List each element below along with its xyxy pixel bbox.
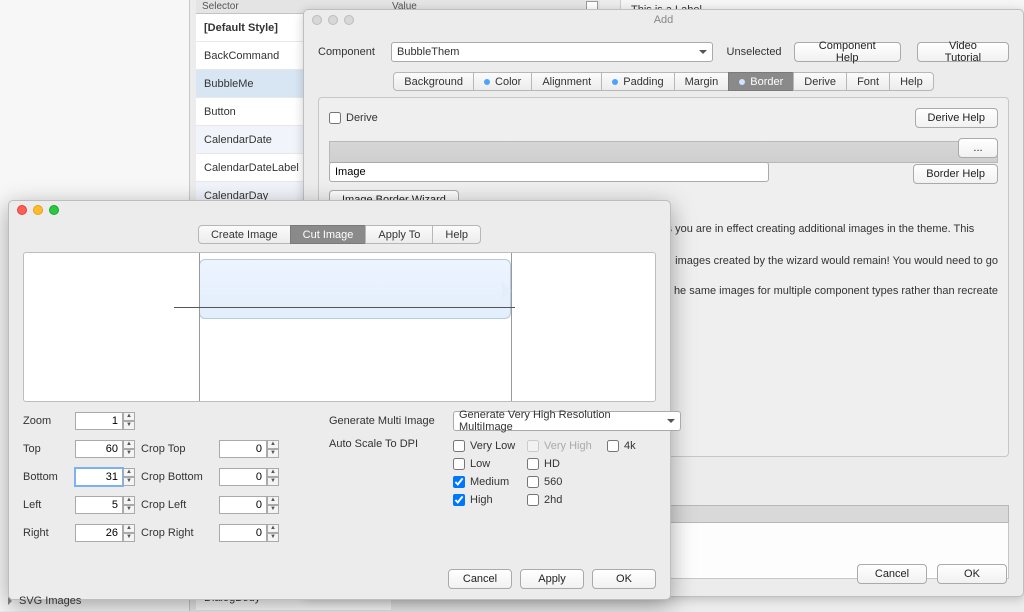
- modified-dot-icon: [612, 79, 618, 85]
- zoom-label: Zoom: [23, 415, 69, 427]
- tab-alignment[interactable]: Alignment: [531, 72, 602, 91]
- cut-apply-button[interactable]: Apply: [520, 569, 584, 589]
- chk-very-low[interactable]: Very Low: [453, 440, 527, 452]
- top-stepper[interactable]: ▲▼: [75, 440, 135, 458]
- crop-right-stepper[interactable]: ▲▼: [219, 524, 279, 542]
- video-tutorial-button[interactable]: Video Tutorial: [917, 42, 1009, 62]
- tab-padding[interactable]: Padding: [601, 72, 674, 91]
- property-tabs: Background Color Alignment Padding Margi…: [318, 72, 1009, 91]
- derive-checkbox[interactable]: Derive: [329, 112, 378, 124]
- tab-color[interactable]: Color: [473, 72, 532, 91]
- tab-border[interactable]: Border: [728, 72, 794, 91]
- chk-2hd[interactable]: 2hd: [527, 494, 607, 506]
- tab-font[interactable]: Font: [846, 72, 890, 91]
- top-label: Top: [23, 443, 69, 455]
- right-stepper[interactable]: ▲▼: [75, 524, 135, 542]
- cut-tabs: Create Image Cut Image Apply To Help: [9, 225, 670, 244]
- theme-ok-button[interactable]: OK: [937, 564, 1007, 584]
- autoscale-label: Auto Scale To DPI: [329, 438, 447, 450]
- left-stepper[interactable]: ▲▼: [75, 496, 135, 514]
- tab-help[interactable]: Help: [432, 225, 481, 244]
- modified-dot-icon: [484, 79, 490, 85]
- chk-hd[interactable]: HD: [527, 458, 607, 470]
- chk-high[interactable]: High: [453, 494, 527, 506]
- minimize-icon[interactable]: [33, 205, 43, 215]
- tab-derive[interactable]: Derive: [793, 72, 847, 91]
- bottom-stepper[interactable]: ▲▼: [75, 468, 135, 486]
- tab-help[interactable]: Help: [889, 72, 934, 91]
- chk-low[interactable]: Low: [453, 458, 527, 470]
- crop-bottom-stepper[interactable]: ▲▼: [219, 468, 279, 486]
- component-select[interactable]: BubbleThem: [391, 42, 713, 62]
- cut-ok-button[interactable]: OK: [592, 569, 656, 589]
- border-help-button[interactable]: Border Help: [913, 164, 998, 184]
- unselected-label[interactable]: Unselected: [727, 46, 782, 58]
- browse-button[interactable]: ...: [958, 138, 998, 158]
- multi-image-controls: Generate Multi Image Generate Very High R…: [329, 410, 681, 544]
- bottom-label: Bottom: [23, 471, 69, 483]
- disclosure-icon: [8, 597, 16, 605]
- cut-cancel-button[interactable]: Cancel: [448, 569, 512, 589]
- right-label: Right: [23, 527, 69, 539]
- tab-apply-to[interactable]: Apply To: [365, 225, 433, 244]
- tab-cut-image[interactable]: Cut Image: [290, 225, 367, 244]
- modified-dot-icon: [739, 79, 745, 85]
- chk-560[interactable]: 560: [527, 476, 607, 488]
- component-help-button[interactable]: Component Help: [794, 42, 901, 62]
- tab-margin[interactable]: Margin: [674, 72, 730, 91]
- crop-bottom-label: Crop Bottom: [141, 471, 213, 483]
- image-preview[interactable]: [23, 252, 656, 402]
- guide-left[interactable]: [199, 253, 200, 401]
- crop-left-label: Crop Left: [141, 499, 213, 511]
- crop-top-stepper[interactable]: ▲▼: [219, 440, 279, 458]
- chk-4k[interactable]: 4k: [607, 440, 667, 452]
- chevron-down-icon[interactable]: ▼: [123, 421, 135, 430]
- dpi-check-grid: Very Low Very High 4k Low HD Medium 560 …: [453, 440, 667, 506]
- crop-left-stepper[interactable]: ▲▼: [219, 496, 279, 514]
- zoom-stepper[interactable]: ▲▼: [75, 412, 135, 430]
- tab-create-image[interactable]: Create Image: [198, 225, 291, 244]
- zoom-icon[interactable]: [49, 205, 59, 215]
- close-icon[interactable]: [17, 205, 27, 215]
- component-label: Component: [318, 46, 385, 58]
- image-path-bar: [329, 141, 998, 163]
- guide-horizontal[interactable]: [174, 307, 515, 308]
- chk-very-high: Very High: [527, 440, 607, 452]
- chevron-up-icon[interactable]: ▲: [123, 412, 135, 421]
- zoom-icon[interactable]: [344, 15, 354, 25]
- svg-images-label[interactable]: SVG Images: [8, 595, 81, 607]
- close-icon[interactable]: [312, 15, 322, 25]
- crop-right-label: Crop Right: [141, 527, 213, 539]
- guide-right[interactable]: [511, 253, 512, 401]
- left-label: Left: [23, 499, 69, 511]
- theme-cancel-button[interactable]: Cancel: [857, 564, 927, 584]
- image-input[interactable]: [329, 162, 769, 182]
- chk-medium[interactable]: Medium: [453, 476, 527, 488]
- tab-background[interactable]: Background: [393, 72, 474, 91]
- window-controls: [312, 15, 354, 25]
- minimize-icon[interactable]: [328, 15, 338, 25]
- theme-title-bar: Add: [304, 10, 1023, 30]
- window-title: Add: [654, 14, 674, 26]
- generate-mode-select[interactable]: Generate Very High Resolution MultiImage: [453, 411, 681, 431]
- generate-label: Generate Multi Image: [329, 415, 447, 427]
- position-controls: Zoom ▲▼ Top ▲▼ Crop Top ▲▼ Bottom ▲▼ Crop Bott…: [23, 410, 279, 544]
- bubble-preview-icon: [199, 259, 511, 319]
- crop-top-label: Crop Top: [141, 443, 213, 455]
- cut-image-window: Create Image Cut Image Apply To Help Zoo…: [8, 200, 671, 600]
- derive-help-button[interactable]: Derive Help: [915, 108, 998, 128]
- cut-title-bar: [9, 201, 670, 219]
